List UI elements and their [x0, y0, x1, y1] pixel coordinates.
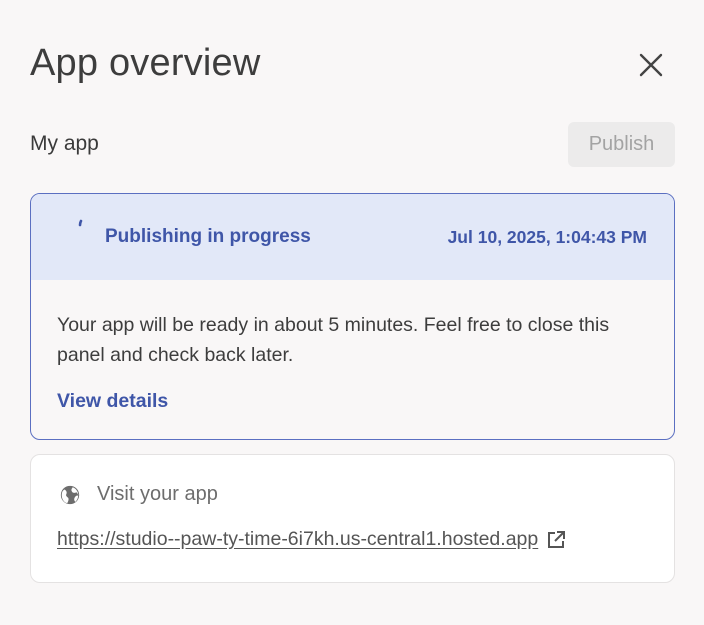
status-body: Your app will be ready in about 5 minute… [31, 280, 674, 413]
spinner-icon [78, 219, 83, 227]
status-message: Your app will be ready in about 5 minute… [57, 314, 610, 366]
view-details-link[interactable]: View details [57, 390, 168, 413]
close-button[interactable] [634, 48, 668, 82]
publish-status-card: Publishing in progress Jul 10, 2025, 1:0… [30, 193, 675, 440]
visit-header: Visit your app [59, 483, 218, 506]
visit-label: Visit your app [97, 483, 218, 505]
app-name: My app [30, 132, 99, 155]
app-url-link[interactable]: https://studio--paw-ty-time-6i7kh.us-cen… [57, 528, 538, 551]
globe-icon [60, 485, 80, 504]
status-header: Publishing in progress Jul 10, 2025, 1:0… [31, 194, 674, 280]
external-link-icon[interactable] [546, 530, 566, 550]
visit-app-card: Visit your app https://studio--paw-ty-ti… [30, 454, 675, 583]
close-icon [639, 53, 663, 77]
visit-link-row: https://studio--paw-ty-time-6i7kh.us-cen… [57, 528, 566, 551]
page-title: App overview [30, 42, 261, 84]
status-label: Publishing in progress [105, 226, 311, 247]
publish-button[interactable]: Publish [568, 122, 675, 167]
status-timestamp: Jul 10, 2025, 1:04:43 PM [447, 226, 647, 247]
